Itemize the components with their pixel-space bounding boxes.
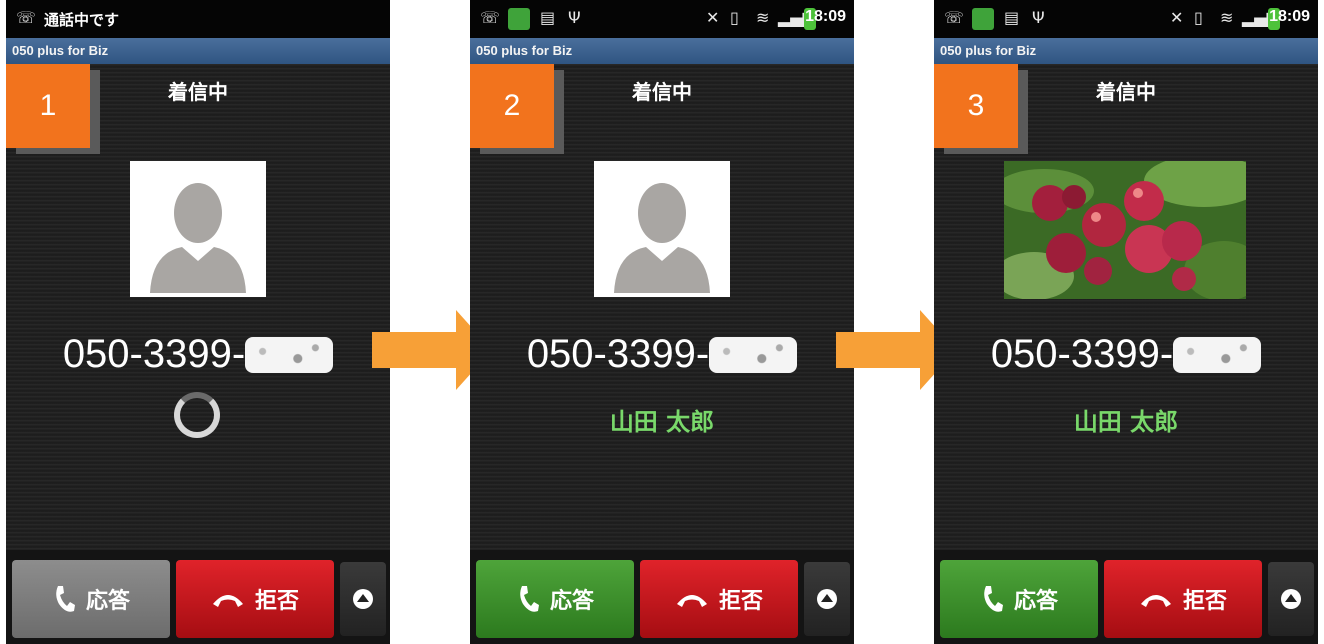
reject-label: 拒否	[1182, 589, 1227, 614]
caller-number: 050-3399-	[6, 332, 390, 377]
answer-button[interactable]: 応答	[476, 560, 634, 638]
hang-up-icon	[676, 595, 707, 607]
app-title: 050 plus for Biz	[934, 38, 1318, 64]
reject-button[interactable]: 拒否	[176, 560, 334, 638]
mute-icon: ✕	[706, 8, 720, 27]
phone-status-icon: ☏	[480, 8, 501, 27]
redacted-digits	[245, 337, 334, 373]
call-area: 着信中 2 050-3399- 山田 太郎	[470, 64, 854, 550]
app-title: 050 plus for Biz	[6, 38, 390, 64]
contact-name: 山田 太郎	[609, 408, 715, 436]
app-notification-icon	[972, 8, 994, 30]
button-bar: 応答 拒否	[6, 550, 390, 644]
loading-spinner-icon	[174, 392, 220, 438]
answer-button[interactable]: 応答	[12, 560, 170, 638]
phone-handset-icon	[520, 586, 539, 612]
vibrate-icon: ▯	[1194, 8, 1203, 27]
chevron-up-icon	[817, 589, 837, 609]
answer-label: 応答	[85, 589, 130, 614]
sim-icon: ▤	[1004, 8, 1020, 27]
sim-icon: ▤	[540, 8, 556, 27]
chevron-up-icon	[1281, 589, 1301, 609]
step-badge: 2	[470, 64, 554, 148]
caller-number-text: 050-3399-	[62, 332, 246, 376]
reject-button[interactable]: 拒否	[640, 560, 798, 638]
expand-button[interactable]	[804, 562, 850, 636]
button-bar: 応答 拒否	[934, 550, 1318, 644]
phone-handset-icon	[56, 586, 75, 612]
app-notification-icon	[508, 8, 530, 30]
phone-status-icon: ☏	[944, 8, 965, 27]
button-bar: 応答 拒否	[470, 550, 854, 644]
caller-number-text: 050-3399-	[526, 332, 710, 376]
hang-up-icon	[212, 595, 243, 607]
caller-number: 050-3399-	[470, 332, 854, 377]
status-bar: ☏ ▤ Ψ ✕ ▯ ≋ ▂▄▆ 18:09	[470, 0, 854, 38]
phone-handset-icon	[984, 586, 1003, 612]
step-badge: 1	[6, 64, 90, 148]
caller-number-text: 050-3399-	[990, 332, 1174, 376]
redacted-digits	[709, 337, 798, 373]
call-area: 着信中 3 050-3399- 山田 太郎	[934, 64, 1318, 550]
contact-name: 山田 太郎	[1073, 408, 1179, 436]
phone-screen-2: ☏ ▤ Ψ ✕ ▯ ≋ ▂▄▆ 18:09 050 plus for Biz 着…	[470, 0, 854, 644]
status-bar: ☏ 通話中です	[6, 0, 390, 38]
mute-icon: ✕	[1170, 8, 1184, 27]
reject-label: 拒否	[254, 589, 299, 614]
usb-icon: Ψ	[1032, 8, 1045, 27]
caller-number: 050-3399-	[934, 332, 1318, 377]
person-placeholder-icon	[594, 161, 730, 297]
phone-status-icon: ☏	[16, 8, 37, 27]
redacted-digits	[1173, 337, 1262, 373]
status-text: 通話中です	[44, 11, 120, 29]
phone-screen-3: ☏ ▤ Ψ ✕ ▯ ≋ ▂▄▆ 18:09 050 plus for Biz 着…	[934, 0, 1318, 644]
wifi-icon: ≋	[1220, 8, 1234, 27]
app-title: 050 plus for Biz	[470, 38, 854, 64]
vibrate-icon: ▯	[730, 8, 739, 27]
answer-label: 応答	[1013, 589, 1058, 614]
usb-icon: Ψ	[568, 8, 581, 27]
wifi-icon: ≋	[756, 8, 770, 27]
expand-button[interactable]	[1268, 562, 1314, 636]
call-area: 着信中 1 050-3399-	[6, 64, 390, 550]
hang-up-icon	[1140, 595, 1171, 607]
step-badge: 3	[934, 64, 1018, 148]
phone-screen-1: ☏ 通話中です 050 plus for Biz 着信中 1 050-3399-…	[6, 0, 390, 644]
answer-button[interactable]: 応答	[940, 560, 1098, 638]
chevron-up-icon	[353, 589, 373, 609]
status-bar: ☏ ▤ Ψ ✕ ▯ ≋ ▂▄▆ 18:09	[934, 0, 1318, 38]
apple-photo	[1004, 161, 1246, 299]
clock: 18:09	[1269, 8, 1310, 25]
expand-button[interactable]	[340, 562, 386, 636]
person-placeholder-icon	[130, 161, 266, 297]
answer-label: 応答	[549, 589, 594, 614]
reject-button[interactable]: 拒否	[1104, 560, 1262, 638]
reject-label: 拒否	[718, 589, 763, 614]
clock: 18:09	[805, 8, 846, 25]
